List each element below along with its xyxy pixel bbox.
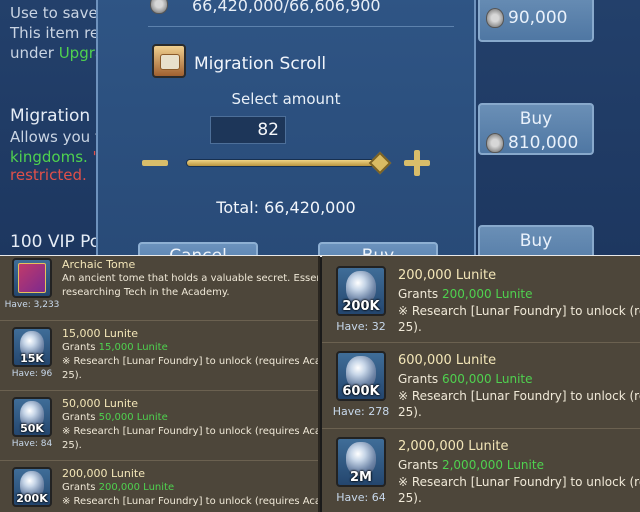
lunite-gem-icon: 2M [336, 437, 386, 487]
divider [148, 26, 454, 27]
buy-button[interactable]: Buy [478, 225, 594, 256]
list-item[interactable]: 200K Have: 32 200,000 Lunite Grants 200,… [322, 256, 640, 340]
store-item-desc-line: This item rec [10, 24, 108, 42]
lunite-gem-icon: 600K [336, 351, 386, 401]
cancel-button[interactable]: Cancel [138, 242, 258, 256]
amount-input[interactable]: 82 [210, 116, 286, 144]
slider-handle[interactable] [368, 151, 392, 175]
slider-fill [187, 160, 381, 166]
list-item[interactable]: 2M Have: 64 2,000,000 Lunite Grants 2,00… [322, 428, 640, 512]
shield-coin-icon [486, 8, 504, 28]
migration-scroll-icon [152, 44, 186, 78]
lunite-gem-icon: 200K [336, 266, 386, 316]
decrease-button[interactable] [142, 160, 168, 166]
resource-balance: 66,420,000/66,606,900 [192, 0, 381, 15]
store-item-title: Migration S [10, 106, 107, 126]
store-item-desc-line: restricted. [10, 166, 87, 184]
store-item-title: 100 VIP Po [10, 232, 101, 252]
store-item-desc-line: Allows you t [10, 128, 101, 146]
buy-button[interactable]: 90,000 [478, 0, 594, 42]
list-item[interactable]: 600K Have: 278 600,000 Lunite Grants 600… [322, 342, 640, 426]
lunite-gem-icon: 15K [12, 327, 52, 367]
migration-scroll-dialog: 66,420,000/66,606,900 Migration Scroll S… [96, 0, 476, 256]
select-amount-label: Select amount [231, 90, 341, 108]
list-item[interactable]: 50K Have: 84 50,000 Lunite Grants 50,000… [0, 390, 318, 458]
shield-coin-icon [486, 133, 504, 153]
list-item[interactable]: 15K Have: 96 15,000 Lunite Grants 15,000… [0, 320, 318, 388]
dialog-title: Migration Scroll [194, 54, 327, 74]
amount-slider[interactable] [186, 159, 382, 167]
lunite-gem-icon: 200K [12, 467, 52, 507]
shield-coin-icon [150, 0, 168, 14]
lunite-gem-icon: 50K [12, 397, 52, 437]
item-list-left: Have: 3,233 Archaic Tome An ancient tome… [0, 256, 320, 512]
buy-button[interactable]: Buy 810,000 [478, 103, 594, 155]
buy-button[interactable]: Buy [318, 242, 438, 256]
list-item[interactable]: Have: 3,233 Archaic Tome An ancient tome… [0, 256, 318, 318]
store-item-desc-line: under Upgra [10, 44, 105, 62]
list-item[interactable]: 200K 200,000 Lunite Grants 200,000 Lunit… [0, 460, 318, 512]
book-icon [12, 258, 52, 298]
store-panel: Use to save a This item rec under Upgra … [0, 0, 640, 256]
item-list-right: 200K Have: 32 200,000 Lunite Grants 200,… [322, 256, 640, 512]
store-item-desc-line: kingdoms. " [10, 148, 100, 166]
total-cost: Total: 66,420,000 [216, 198, 356, 217]
increase-button[interactable] [404, 150, 430, 176]
